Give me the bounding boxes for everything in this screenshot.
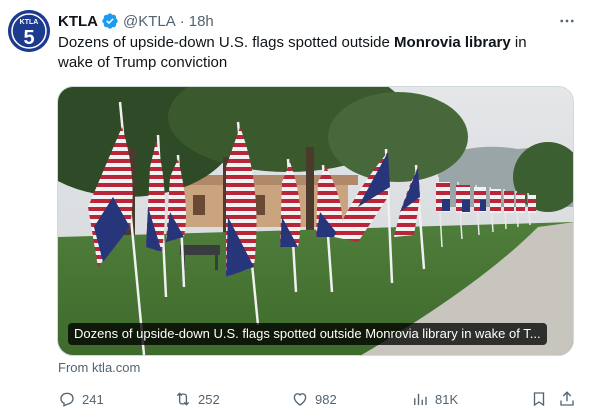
card-caption: Dozens of upside-down U.S. flags spotted… <box>68 323 547 345</box>
tweet-text: Dozens of upside-down U.S. flags spotted… <box>58 33 563 73</box>
like-icon <box>293 393 307 406</box>
separator-dot: · <box>179 12 185 30</box>
tweet-text-part: Dozens of upside-down U.S. flags spotted… <box>58 34 395 51</box>
like-count: 982 <box>315 391 337 407</box>
verified-icon <box>101 12 119 30</box>
timestamp[interactable]: 18h <box>189 13 214 30</box>
views-count: 81K <box>435 391 459 407</box>
more-icon[interactable] <box>556 10 578 32</box>
tweet[interactable]: KTLA 5 KTLA @KTLA · 18h Dozens of upside… <box>0 0 592 417</box>
tweet-header: KTLA @KTLA · 18h <box>58 11 214 31</box>
share-icon <box>560 391 574 406</box>
svg-text:KTLA: KTLA <box>20 19 39 26</box>
views-icon <box>414 393 427 405</box>
link-card[interactable]: Dozens of upside-down U.S. flags spotted… <box>57 86 574 356</box>
repost-button[interactable]: 252 <box>174 388 220 410</box>
bookmark-button[interactable] <box>530 388 548 410</box>
repost-icon <box>176 392 190 406</box>
card-photo <box>58 87 573 355</box>
repost-count: 252 <box>198 391 220 407</box>
svg-text:5: 5 <box>23 27 34 49</box>
tweet-text-bold: Monrovia library <box>394 34 511 51</box>
share-button[interactable] <box>558 388 576 410</box>
reply-button[interactable]: 241 <box>58 388 104 410</box>
author-name[interactable]: KTLA <box>58 13 98 30</box>
reply-icon <box>60 392 74 407</box>
avatar[interactable]: KTLA 5 <box>8 10 50 52</box>
like-button[interactable]: 982 <box>291 388 337 410</box>
bookmark-icon <box>533 392 545 407</box>
reply-count: 241 <box>82 391 104 407</box>
action-bar: 241 252 982 81K <box>58 388 578 410</box>
author-handle[interactable]: @KTLA <box>123 13 176 30</box>
ktla-logo: KTLA 5 <box>8 10 50 52</box>
card-source[interactable]: From ktla.com <box>58 360 140 375</box>
views-button[interactable]: 81K <box>411 388 458 410</box>
